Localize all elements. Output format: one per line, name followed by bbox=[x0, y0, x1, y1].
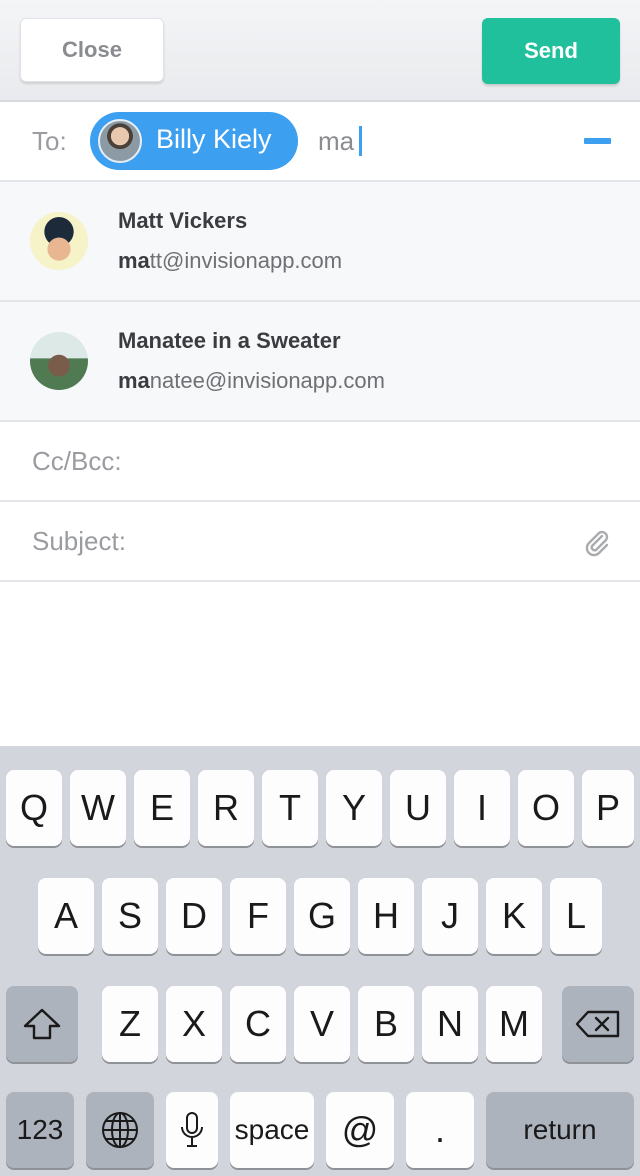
key-p[interactable]: P bbox=[582, 770, 634, 846]
return-key[interactable]: return bbox=[486, 1092, 634, 1168]
at-key[interactable]: @ bbox=[326, 1092, 394, 1168]
key-o[interactable]: O bbox=[518, 770, 574, 846]
key-c[interactable]: C bbox=[230, 986, 286, 1062]
key-w[interactable]: W bbox=[70, 770, 126, 846]
key-l[interactable]: L bbox=[550, 878, 602, 954]
close-button[interactable]: Close bbox=[20, 18, 164, 82]
recipient-chip-name: Billy Kiely bbox=[156, 124, 272, 154]
recipient-avatar bbox=[98, 119, 142, 163]
numbers-key[interactable]: 123 bbox=[6, 1092, 74, 1168]
key-b[interactable]: B bbox=[358, 986, 414, 1062]
backspace-icon bbox=[575, 1010, 620, 1038]
send-button[interactable]: Send bbox=[482, 18, 620, 84]
key-n[interactable]: N bbox=[422, 986, 478, 1062]
key-g[interactable]: G bbox=[294, 878, 350, 954]
key-i[interactable]: I bbox=[454, 770, 510, 846]
key-r[interactable]: R bbox=[198, 770, 254, 846]
key-j[interactable]: J bbox=[422, 878, 478, 954]
matt-avatar bbox=[30, 212, 88, 270]
microphone-icon bbox=[181, 1112, 203, 1147]
key-k[interactable]: K bbox=[486, 878, 542, 954]
paperclip-icon[interactable] bbox=[582, 528, 612, 558]
suggestion-email: matt@invisionapp.com bbox=[118, 248, 343, 273]
minus-icon[interactable] bbox=[584, 138, 611, 144]
key-d[interactable]: D bbox=[166, 878, 222, 954]
key-t[interactable]: T bbox=[262, 770, 318, 846]
subject-label: Subject: bbox=[32, 526, 126, 556]
globe-icon bbox=[102, 1112, 138, 1148]
suggestion-name: Matt Vickers bbox=[118, 208, 248, 233]
recipient-chip[interactable]: Billy Kiely bbox=[90, 112, 298, 170]
key-m[interactable]: M bbox=[486, 986, 542, 1062]
key-y[interactable]: Y bbox=[326, 770, 382, 846]
keyboard: Q W E R T Y U I O P A S D F G H J K L Z … bbox=[0, 746, 640, 1176]
subject-field[interactable]: Subject: bbox=[0, 502, 640, 582]
key-x[interactable]: X bbox=[166, 986, 222, 1062]
period-key[interactable]: . bbox=[406, 1092, 474, 1168]
key-z[interactable]: Z bbox=[102, 986, 158, 1062]
cc-bcc-field[interactable]: Cc/Bcc: bbox=[0, 422, 640, 502]
to-input[interactable]: ma bbox=[318, 126, 354, 157]
suggestion-item-manatee[interactable]: Manatee in a Sweater manatee@invisionapp… bbox=[0, 302, 640, 422]
key-s[interactable]: S bbox=[102, 878, 158, 954]
top-bar: Close Send bbox=[0, 0, 640, 102]
key-q[interactable]: Q bbox=[6, 770, 62, 846]
globe-key[interactable] bbox=[86, 1092, 154, 1168]
manatee-avatar bbox=[30, 332, 88, 390]
delete-key[interactable] bbox=[562, 986, 634, 1062]
suggestion-item-matt-vickers[interactable]: Matt Vickers matt@invisionapp.com bbox=[0, 182, 640, 302]
to-label: To: bbox=[32, 126, 67, 156]
key-a[interactable]: A bbox=[38, 878, 94, 954]
cc-bcc-label: Cc/Bcc: bbox=[32, 446, 122, 476]
shift-key[interactable] bbox=[6, 986, 78, 1062]
shift-icon bbox=[23, 1008, 61, 1040]
space-key[interactable]: space bbox=[230, 1092, 314, 1168]
text-caret bbox=[359, 126, 362, 156]
key-v[interactable]: V bbox=[294, 986, 350, 1062]
key-f[interactable]: F bbox=[230, 878, 286, 954]
suggestion-email: manatee@invisionapp.com bbox=[118, 368, 385, 393]
dictation-key[interactable] bbox=[166, 1092, 218, 1168]
key-h[interactable]: H bbox=[358, 878, 414, 954]
suggestion-name: Manatee in a Sweater bbox=[118, 328, 341, 353]
key-u[interactable]: U bbox=[390, 770, 446, 846]
key-e[interactable]: E bbox=[134, 770, 190, 846]
